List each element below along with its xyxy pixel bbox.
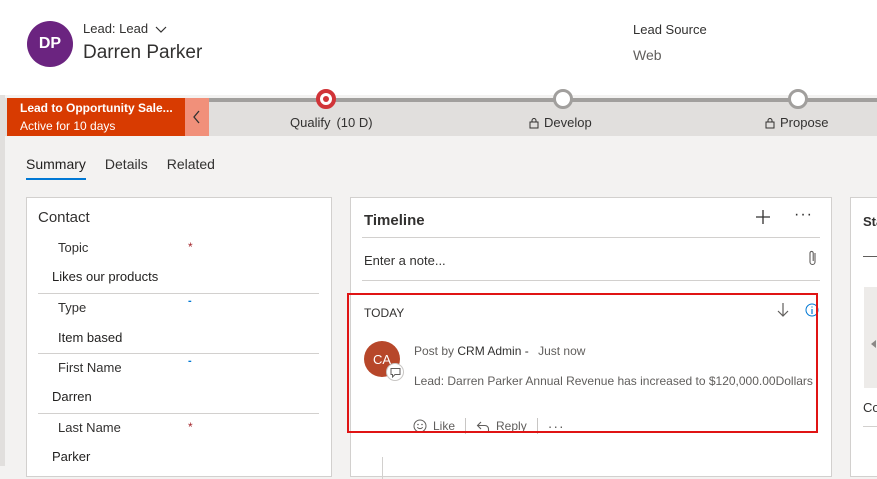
right-section-underline <box>863 246 877 257</box>
record-name: Darren Parker <box>83 42 203 63</box>
stage-duration: (10 D) <box>336 115 373 130</box>
chevron-left-icon <box>193 110 200 124</box>
post-more-button[interactable]: ··· <box>548 418 575 434</box>
post-header: Post by CRM Admin - Just now <box>414 344 585 358</box>
action-divider <box>536 418 538 434</box>
record-avatar: DP <box>27 21 73 67</box>
contact-section: Contact Topic * Likes our products Type … <box>26 197 332 477</box>
form-selector[interactable]: Lead: Lead <box>83 21 168 36</box>
post-time: Just now <box>538 344 586 358</box>
field-divider <box>38 413 319 414</box>
stage-name: Develop <box>544 115 592 130</box>
process-duration: Active for 10 days <box>20 119 116 133</box>
field-label-topic: Topic <box>58 240 89 255</box>
field-divider <box>38 293 319 294</box>
right-section-title-2: Co <box>863 400 877 415</box>
timeline-divider <box>362 280 820 281</box>
stage-active-dot-icon <box>316 89 336 109</box>
timeline-section: Timeline ··· Enter a note... TODAY CA Po… <box>350 197 832 479</box>
process-flyout[interactable]: Lead to Opportunity Sale... Active for 1… <box>7 98 185 136</box>
stage-name: Qualify <box>290 115 331 130</box>
like-label: Like <box>433 419 456 433</box>
post-actions: Like Reply ··· <box>413 418 575 434</box>
timeline-divider <box>362 237 820 238</box>
lead-source-label: Lead Source <box>633 22 707 37</box>
timeline-title: Timeline <box>364 212 425 229</box>
process-name: Lead to Opportunity Sale... <box>20 101 173 115</box>
info-icon[interactable] <box>805 303 819 317</box>
timeline-group-label: TODAY <box>364 306 405 320</box>
stage-dot-icon <box>553 89 573 109</box>
process-track <box>209 98 877 102</box>
chevron-down-icon <box>155 26 167 33</box>
right-section-block <box>864 287 877 388</box>
form-tabs: Summary Details Related <box>26 156 215 180</box>
tab-summary[interactable]: Summary <box>26 156 86 180</box>
collapse-process-button[interactable] <box>185 98 209 136</box>
note-input[interactable]: Enter a note... <box>364 253 446 268</box>
reply-icon <box>476 421 490 431</box>
like-button[interactable]: Like <box>413 419 465 433</box>
field-label-first-name: First Name <box>58 360 122 375</box>
attachment-icon[interactable] <box>806 249 820 267</box>
right-section-title: Sta <box>863 214 877 229</box>
reply-button[interactable]: Reply <box>476 419 537 433</box>
tab-related[interactable]: Related <box>167 156 215 180</box>
action-divider <box>465 418 467 434</box>
section-title: Contact <box>38 209 90 226</box>
business-process-flow: Lead to Opportunity Sale... Active for 1… <box>0 89 877 136</box>
timeline-thread-line <box>382 457 383 479</box>
stage-name: Propose <box>780 115 829 130</box>
field-value-first-name[interactable]: Darren <box>52 389 92 404</box>
post-prefix: Post by <box>414 344 455 358</box>
caret-left-icon[interactable] <box>871 340 876 348</box>
smiley-icon <box>413 419 427 433</box>
post-body: Lead: Darren Parker Annual Revenue has i… <box>414 374 813 388</box>
arrow-down-icon[interactable] <box>776 302 790 318</box>
lead-source-value[interactable]: Web <box>633 47 662 63</box>
field-label-type: Type <box>58 300 87 315</box>
lock-icon <box>765 117 775 128</box>
field-divider <box>38 353 319 354</box>
stage-dot-icon <box>788 89 808 109</box>
recommended-marker: - <box>188 295 192 307</box>
tab-details[interactable]: Details <box>105 156 148 180</box>
add-icon[interactable] <box>754 208 772 226</box>
more-options-button[interactable]: ··· <box>794 206 813 224</box>
entity-type-label: Lead: Lead <box>83 21 149 36</box>
field-value-last-name[interactable]: Parker <box>52 449 90 464</box>
right-section: Sta Co <box>850 197 877 477</box>
field-value-type[interactable]: Item based <box>58 330 122 345</box>
required-marker: * <box>188 420 193 434</box>
record-header: DP Lead: Lead Darren Parker Lead Source … <box>0 0 877 95</box>
lock-icon <box>529 117 539 128</box>
field-label-last-name: Last Name <box>58 420 121 435</box>
reply-label: Reply <box>496 419 527 433</box>
required-marker: * <box>188 240 193 254</box>
field-value-topic[interactable]: Likes our products <box>52 269 158 284</box>
right-section-divider <box>863 426 877 427</box>
post-type-badge <box>386 363 404 381</box>
post-author[interactable]: CRM Admin - <box>457 344 528 358</box>
comment-icon <box>390 367 400 378</box>
recommended-marker: - <box>188 355 192 367</box>
